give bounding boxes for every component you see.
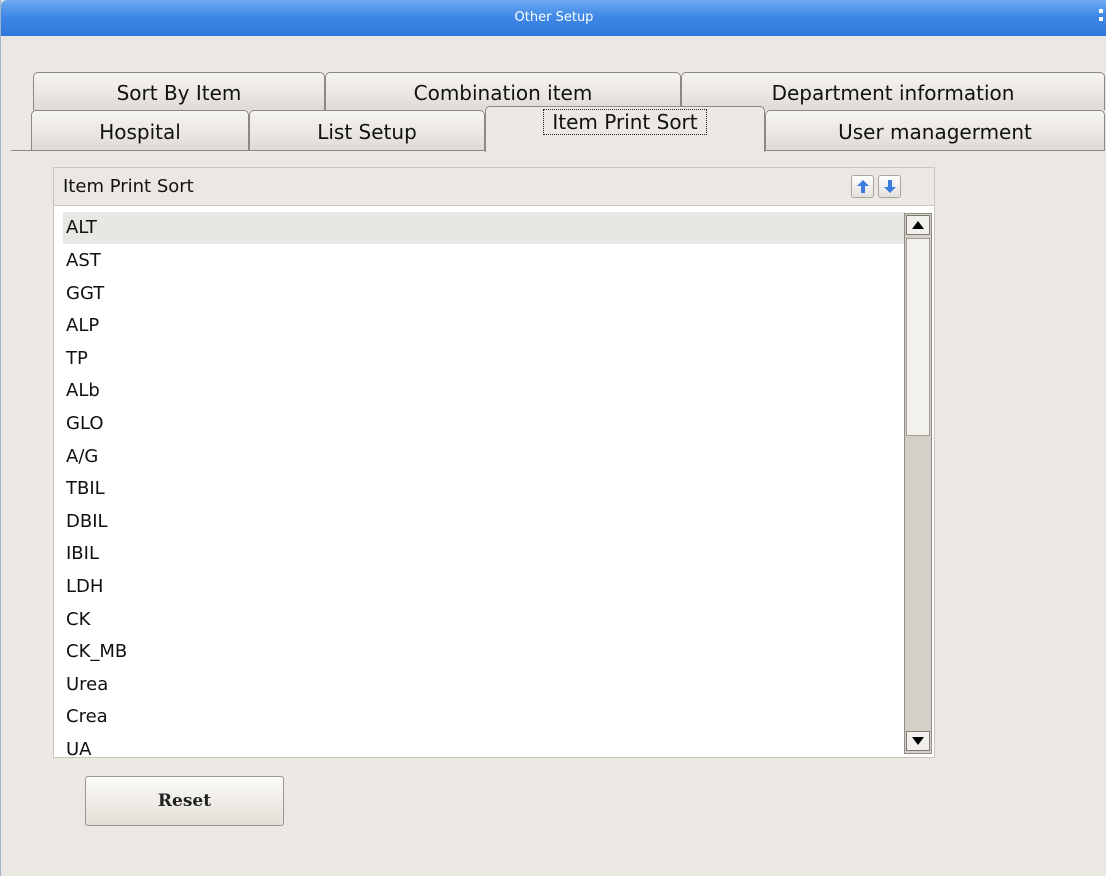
list-item[interactable]: DBIL (63, 506, 905, 538)
tab-sort-by-item[interactable]: Sort By Item (33, 72, 325, 110)
tab-label: Hospital (99, 120, 181, 144)
list-item[interactable]: TBIL (63, 473, 905, 505)
move-down-button[interactable] (878, 175, 901, 198)
tab-label: Item Print Sort (543, 109, 707, 135)
list-item[interactable]: CK (63, 604, 905, 636)
tab-user-managerment[interactable]: User managerment (765, 110, 1105, 150)
up-arrow-icon (857, 180, 869, 193)
scroll-up-button[interactable] (906, 215, 930, 235)
reset-button[interactable]: Reset (85, 776, 284, 826)
tab-label: List Setup (317, 120, 417, 144)
resize-grip-icon[interactable] (1099, 9, 1103, 27)
list-item[interactable]: GLO (63, 408, 905, 440)
scroll-down-button[interactable] (906, 731, 930, 751)
list-item[interactable]: A/G (63, 441, 905, 473)
list-scrollbar[interactable] (904, 213, 932, 754)
move-up-button[interactable] (851, 175, 874, 198)
caret-down-icon (912, 737, 924, 745)
list-item[interactable]: TP (63, 343, 905, 375)
list-item[interactable]: LDH (63, 571, 905, 603)
list-item[interactable]: AST (63, 245, 905, 277)
down-arrow-icon (884, 180, 896, 193)
list-header: Item Print Sort (53, 167, 935, 205)
tab-label: User managerment (838, 120, 1032, 144)
caret-up-icon (912, 221, 924, 229)
list-item[interactable]: ALT (63, 212, 905, 244)
list-item[interactable]: CK_MB (63, 636, 905, 668)
tab-department-information[interactable]: Department information (681, 72, 1105, 110)
list-item[interactable]: ALb (63, 375, 905, 407)
tab-hospital[interactable]: Hospital (31, 110, 249, 150)
scroll-thumb[interactable] (906, 238, 930, 436)
list-item[interactable]: UA (63, 734, 905, 757)
item-print-sort-list[interactable]: ALT AST GGT ALP TP ALb GLO A/G TBIL DBIL… (53, 205, 935, 758)
list-item[interactable]: Crea (63, 701, 905, 733)
list-header-label: Item Print Sort (63, 176, 194, 197)
tab-label: Sort By Item (116, 81, 242, 105)
tab-label: Combination item (413, 81, 593, 105)
tab-label: Department information (771, 81, 1015, 105)
tab-item-print-sort[interactable]: Item Print Sort (485, 106, 765, 152)
window-title: Other Setup (514, 10, 594, 25)
list-item[interactable]: ALP (63, 310, 905, 342)
list-item[interactable]: Urea (63, 669, 905, 701)
list-item[interactable]: IBIL (63, 538, 905, 570)
title-bar[interactable]: Other Setup (1, 0, 1106, 36)
tab-list-setup[interactable]: List Setup (249, 110, 485, 150)
other-setup-window: Other Setup Sort By Item Combination ite… (0, 0, 1106, 876)
tab-combination-item[interactable]: Combination item (325, 72, 681, 110)
list-item[interactable]: GGT (63, 278, 905, 310)
